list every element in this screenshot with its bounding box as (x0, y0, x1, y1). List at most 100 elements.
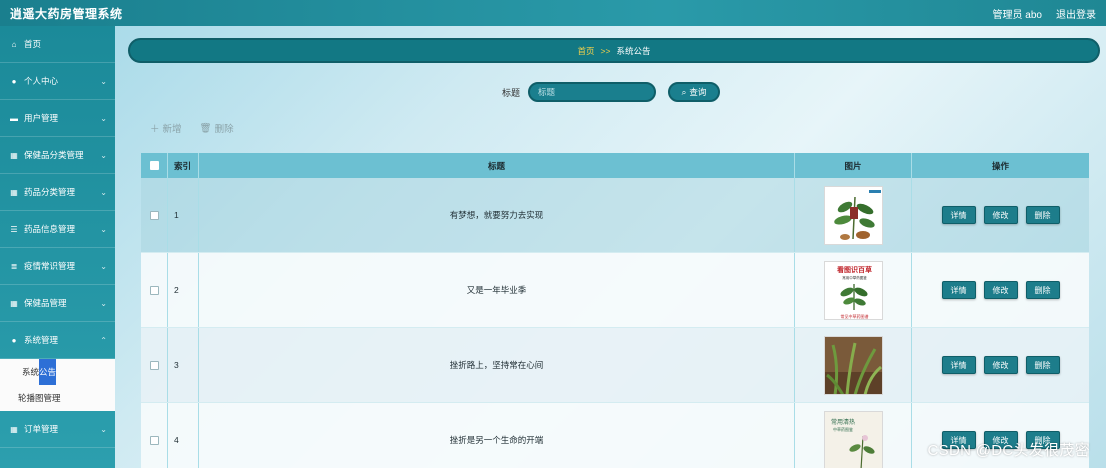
row-title: 又是一年毕业季 (199, 253, 795, 327)
sidebar-item-system[interactable]: ● 系统管理 ⌃ (0, 322, 115, 359)
user-icon: ● (11, 76, 17, 86)
app-title: 逍遥大药房管理系统 (10, 6, 123, 21)
add-button-label: 新增 (162, 124, 182, 135)
sidebar-item-label: 药品信息管理 (24, 224, 76, 234)
grid-icon: ▦ (10, 187, 18, 197)
herb-plant-thumbnail (823, 185, 883, 245)
book-subtitle-text: 中草药图鉴 (833, 426, 853, 432)
delete-button[interactable]: 删除 (1025, 356, 1060, 374)
sidebar-item-drug-info[interactable]: ☰ 药品信息管理 ⌄ (0, 211, 115, 248)
chevron-down-icon: ⌄ (100, 187, 107, 197)
sidebar-item-health-category[interactable]: ▦ 保健品分类管理 ⌄ (0, 137, 115, 174)
breadcrumb-home[interactable]: 首页 (578, 45, 595, 57)
select-all-checkbox[interactable] (149, 161, 159, 170)
toolbar: ＋ 新增 🗑 删除 (150, 121, 234, 136)
trash-icon: 🗑 (199, 122, 212, 134)
breadcrumb-current: 系统公告 (616, 45, 651, 56)
row-checkbox[interactable] (149, 360, 159, 370)
sidebar-item-health-products[interactable]: ▦ 保健品管理 ⌄ (0, 285, 115, 322)
sidebar-item-label: 首页 (24, 39, 42, 49)
row-title: 挫折路上，坚持常在心间 (199, 328, 795, 402)
sidebar-item-label: 药品分类管理 (24, 187, 76, 197)
pin-icon: ● (11, 335, 17, 345)
row-index: 3 (168, 328, 199, 402)
sidebar-item-label: 个人中心 (24, 76, 59, 86)
sidebar-item-label: 系统管理 (24, 335, 59, 345)
breadcrumb-separator: >> (600, 45, 611, 56)
row-title: 挫折是另一个生命的开端 (199, 403, 795, 468)
table-row: 2 又是一年毕业季 看图识百草 常用中草药图鉴 常见中草药图谱 详情 修改 删除 (141, 253, 1089, 328)
sidebar-item-label: 疫情常识管理 (24, 261, 76, 271)
chevron-up-icon: ⌃ (100, 335, 107, 345)
table-row: 3 挫折路上，坚持常在心间 详情 修改 删除 (141, 328, 1089, 403)
grid-icon: ▦ (10, 298, 18, 308)
sidebar-item-epidemic[interactable]: ≣ 疫情常识管理 ⌄ (0, 248, 115, 285)
sidebar-item-drug-category[interactable]: ▦ 药品分类管理 ⌄ (0, 174, 115, 211)
sidebar-item-label: 保健品分类管理 (24, 150, 84, 160)
detail-button[interactable]: 详情 (941, 206, 976, 224)
submenu-label-highlight: 公告 (39, 359, 57, 385)
submenu-item-announcements[interactable]: 系统 公告 (0, 359, 115, 385)
row-checkbox[interactable] (149, 285, 159, 295)
row-checkbox[interactable] (149, 210, 159, 220)
sidebar-item-label: 订单管理 (24, 424, 59, 434)
search-bar: 标题 ⌕ 查询 (502, 82, 721, 102)
home-icon: ⌂ (11, 39, 17, 49)
sidebar-item-orders[interactable]: ▦ 订单管理 ⌄ (0, 411, 115, 448)
grass-photo-thumbnail (823, 335, 883, 395)
sidebar-item-home[interactable]: ⌂ 首页 (0, 26, 115, 63)
header-image: 图片 (795, 153, 912, 178)
sidebar-item-users[interactable]: ▬ 用户管理 ⌄ (0, 100, 115, 137)
announcements-table: 索引 标题 图片 操作 1 有梦想，就要努力去实现 详情 修改 删除 2 又是一… (141, 153, 1089, 468)
sidebar-item-label: 用户管理 (24, 113, 59, 123)
header-title: 标题 (199, 153, 795, 178)
herb-book-thumbnail: 常用清热 中草药图鉴 (823, 410, 883, 468)
current-user[interactable]: 管理员 abo (993, 6, 1042, 21)
detail-button[interactable]: 详情 (941, 356, 976, 374)
logout-link[interactable]: 退出登录 (1056, 6, 1096, 21)
system-submenu: 系统 公告 轮播图管理 (0, 359, 115, 411)
submenu-item-carousel[interactable]: 轮播图管理 (0, 385, 115, 411)
chevron-down-icon: ⌄ (100, 224, 107, 234)
grid-icon: ▦ (10, 424, 18, 434)
sidebar-item-profile[interactable]: ● 个人中心 ⌄ (0, 63, 115, 100)
chevron-down-icon: ⌄ (100, 76, 107, 86)
book-title-text: 看图识百草 (837, 265, 872, 274)
row-checkbox[interactable] (149, 435, 159, 445)
search-button-label: 查询 (689, 87, 707, 97)
edit-button[interactable]: 修改 (983, 281, 1018, 299)
row-index: 4 (168, 403, 199, 468)
edit-button[interactable]: 修改 (983, 356, 1018, 374)
list-icon: ≣ (10, 261, 18, 271)
search-input[interactable] (528, 82, 657, 102)
id-card-icon: ▬ (10, 113, 18, 123)
book-title-text: 常用清热 (830, 418, 854, 426)
breadcrumb: 首页 >> 系统公告 (128, 38, 1100, 63)
row-title: 有梦想，就要努力去实现 (199, 178, 795, 252)
submenu-label: 轮播图管理 (18, 393, 61, 403)
delete-button-label: 删除 (214, 124, 234, 135)
table-row: 1 有梦想，就要努力去实现 详情 修改 删除 (141, 178, 1089, 253)
sidebar: ⌂ 首页 ● 个人中心 ⌄ ▬ 用户管理 ⌄ ▦ 保健品分类管理 ⌄ ▦ 药品分… (0, 26, 115, 468)
row-index: 2 (168, 253, 199, 327)
add-button[interactable]: ＋ 新增 (150, 121, 182, 135)
chevron-down-icon: ⌄ (100, 113, 107, 123)
sliders-icon: ☰ (10, 224, 18, 234)
row-index: 1 (168, 178, 199, 252)
header-ops: 操作 (991, 160, 1009, 171)
delete-button[interactable]: 删除 (1025, 281, 1060, 299)
sidebar-item-label: 保健品管理 (24, 298, 67, 308)
book-footer-text: 常见中草药图谱 (840, 313, 868, 319)
search-button[interactable]: ⌕ 查询 (668, 82, 721, 102)
watermark: CSDN @DC头发很茂密 (927, 442, 1090, 459)
chevron-down-icon: ⌄ (100, 261, 107, 271)
top-header: 逍遥大药房管理系统 管理员 abo 退出登录 (0, 0, 1106, 26)
edit-button[interactable]: 修改 (983, 206, 1018, 224)
bulk-delete-button[interactable]: 🗑 删除 (199, 121, 234, 136)
book-subtitle-text: 常用中草药图鉴 (842, 275, 867, 280)
submenu-label-prefix: 系统 (22, 367, 40, 377)
chevron-down-icon: ⌄ (100, 298, 107, 308)
detail-button[interactable]: 详情 (941, 281, 976, 299)
search-label: 标题 (502, 87, 521, 98)
delete-button[interactable]: 删除 (1025, 206, 1060, 224)
